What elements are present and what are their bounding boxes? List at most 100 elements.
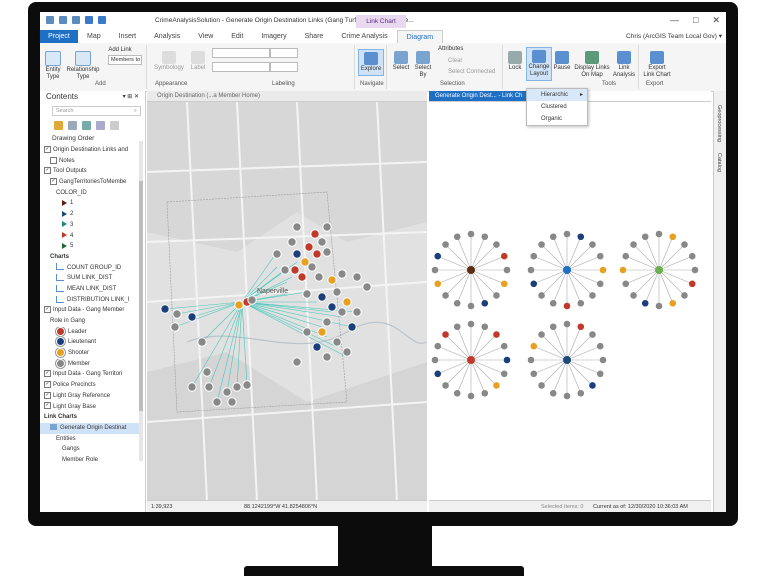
- undo-icon[interactable]: [85, 16, 93, 24]
- layer-visibility-checkbox[interactable]: [50, 156, 57, 164]
- save-icon[interactable]: [72, 16, 80, 24]
- add-link-button[interactable]: Add Link: [102, 47, 138, 54]
- layer-row[interactable]: Charts: [40, 252, 139, 263]
- layer-row[interactable]: DISTRIBUTION LINK_I: [40, 295, 139, 306]
- tab-analysis[interactable]: Analysis: [145, 30, 189, 43]
- layer-row[interactable]: ✓ Police Precincts: [40, 380, 139, 391]
- redo-icon[interactable]: [98, 16, 106, 24]
- link-chart-view[interactable]: Generate Origin Dest... - Link Ch: [429, 91, 711, 512]
- layer-visibility-checkbox[interactable]: ✓: [44, 402, 51, 410]
- font-style-select[interactable]: [212, 62, 270, 72]
- layer-row[interactable]: Entities: [40, 434, 139, 445]
- layer-row[interactable]: 4: [40, 231, 139, 242]
- font-color-select[interactable]: [270, 62, 298, 72]
- open-project-icon[interactable]: [59, 16, 67, 24]
- labeling-icon[interactable]: [110, 120, 119, 130]
- layer-row[interactable]: 2: [40, 209, 139, 220]
- scrollbar-thumb[interactable]: [139, 181, 143, 411]
- members-to-select[interactable]: Members to: [108, 55, 142, 65]
- geoprocessing-tab[interactable]: Geoprocessing: [716, 105, 722, 142]
- tab-project[interactable]: Project: [40, 30, 78, 43]
- export-link-chart-button[interactable]: Export Link Chart: [642, 51, 672, 79]
- layer-row[interactable]: MEAN LINK_DIST: [40, 284, 139, 295]
- map-canvas[interactable]: Naperville: [146, 101, 428, 502]
- layer-visibility-checkbox[interactable]: ✓: [44, 306, 51, 314]
- layer-row[interactable]: 5: [40, 241, 139, 252]
- close-button[interactable]: ✕: [712, 15, 720, 26]
- tab-imagery[interactable]: Imagery: [252, 30, 295, 43]
- layer-row[interactable]: ✓ Tool Outputs: [40, 166, 139, 177]
- layer-visibility-checkbox[interactable]: ✓: [44, 391, 51, 399]
- layer-row[interactable]: Role in Gang: [40, 316, 139, 327]
- change-layout-button[interactable]: Change Layout: [526, 47, 552, 81]
- maximize-button[interactable]: □: [693, 15, 698, 26]
- layer-row[interactable]: 1: [40, 198, 139, 209]
- select-connected-button[interactable]: Select Connected: [448, 69, 495, 76]
- catalog-tab[interactable]: Catalog: [716, 153, 722, 172]
- new-project-icon[interactable]: [46, 16, 54, 24]
- contents-search-input[interactable]: Search ⌕: [52, 106, 141, 116]
- layer-row[interactable]: ✓ GangTerritoriesToMembe: [40, 177, 139, 188]
- link-chart-canvas[interactable]: [429, 102, 711, 501]
- display-links-button[interactable]: Display Links On Map: [574, 51, 610, 79]
- layout-option-hierarchic[interactable]: Hierarchic ▸: [527, 89, 587, 101]
- map-scale[interactable]: 1:39,923: [151, 504, 172, 510]
- attributes-button[interactable]: Attributes: [438, 46, 463, 53]
- layer-row[interactable]: Leader: [40, 326, 139, 338]
- layer-row[interactable]: Member: [40, 358, 139, 370]
- select-by-button[interactable]: Select By: [412, 51, 434, 79]
- tab-edit[interactable]: Edit: [222, 30, 252, 43]
- layer-row[interactable]: ✓ Input Data - Gang Territori: [40, 369, 139, 380]
- layer-row[interactable]: Generate Origin Destinat: [40, 422, 139, 434]
- layer-row[interactable]: Shooter: [40, 348, 139, 359]
- layer-row[interactable]: Notes: [40, 156, 139, 167]
- pane-pin-icon[interactable]: ▾ ⊞ ✕: [123, 91, 139, 103]
- tab-share[interactable]: Share: [296, 30, 333, 43]
- contents-scrollbar[interactable]: [139, 141, 143, 461]
- layer-row[interactable]: Lieutenant: [40, 337, 139, 348]
- layer-row[interactable]: Member Role: [40, 455, 139, 466]
- map-view-tab[interactable]: Origin Destination (...a Member Home): [147, 91, 427, 102]
- layer-row[interactable]: ✓ Origin Destination Links and: [40, 145, 139, 156]
- layer-row[interactable]: 3: [40, 220, 139, 231]
- tab-crime-analysis[interactable]: Crime Analysis: [332, 30, 396, 43]
- layer-visibility-checkbox[interactable]: ✓: [44, 370, 51, 378]
- layer-row[interactable]: ✓ Input Data - Gang Member: [40, 305, 139, 316]
- entity-type-button[interactable]: Entity Type: [42, 51, 64, 81]
- layer-visibility-checkbox[interactable]: ✓: [44, 167, 51, 175]
- user-account[interactable]: Chris (ArcGIS Team Local Gov) ▾: [626, 31, 722, 42]
- layer-row[interactable]: ✓ Light Gray Reference: [40, 391, 139, 402]
- layout-option-organic[interactable]: Organic: [527, 113, 587, 125]
- tab-map[interactable]: Map: [78, 30, 110, 43]
- lock-button[interactable]: Lock: [506, 51, 524, 72]
- explore-button[interactable]: Explore: [358, 49, 384, 76]
- data-source-icon[interactable]: [68, 120, 77, 130]
- layer-row[interactable]: Link Charts: [40, 412, 139, 423]
- layer-visibility-checkbox[interactable]: ✓: [44, 145, 51, 153]
- label-button[interactable]: Label: [188, 51, 208, 72]
- relationship-type-button[interactable]: Relationship Type: [64, 51, 102, 81]
- editing-icon[interactable]: [96, 120, 105, 130]
- select-button[interactable]: Select: [390, 51, 412, 72]
- layer-row[interactable]: SUM LINK_DIST: [40, 273, 139, 284]
- layer-visibility-checkbox[interactable]: ✓: [44, 381, 51, 389]
- layer-row[interactable]: COLOR_ID: [40, 188, 139, 199]
- selection-icon[interactable]: [82, 120, 91, 130]
- minimize-button[interactable]: —: [670, 15, 679, 26]
- link-analysis-button[interactable]: Link Analysis: [612, 51, 636, 79]
- clear-button[interactable]: Clear: [448, 58, 462, 65]
- layout-option-clustered[interactable]: Clustered: [527, 101, 587, 113]
- layer-row[interactable]: Gangs: [40, 444, 139, 455]
- pause-button[interactable]: Pause: [552, 51, 572, 72]
- font-select[interactable]: [212, 48, 270, 58]
- map-view[interactable]: Origin Destination (...a Member Home) Na…: [146, 91, 428, 512]
- tab-insert[interactable]: Insert: [110, 30, 146, 43]
- layer-row[interactable]: COUNT GROUP_ID: [40, 263, 139, 274]
- font-size-select[interactable]: [270, 48, 298, 58]
- tab-view[interactable]: View: [189, 30, 222, 43]
- layer-row[interactable]: ✓ Light Gray Base: [40, 402, 139, 413]
- drawing-order-icon[interactable]: [54, 120, 63, 130]
- tab-diagram[interactable]: Diagram: [396, 30, 444, 43]
- layer-visibility-checkbox[interactable]: ✓: [50, 177, 57, 185]
- symbology-button[interactable]: Symbology: [152, 51, 186, 72]
